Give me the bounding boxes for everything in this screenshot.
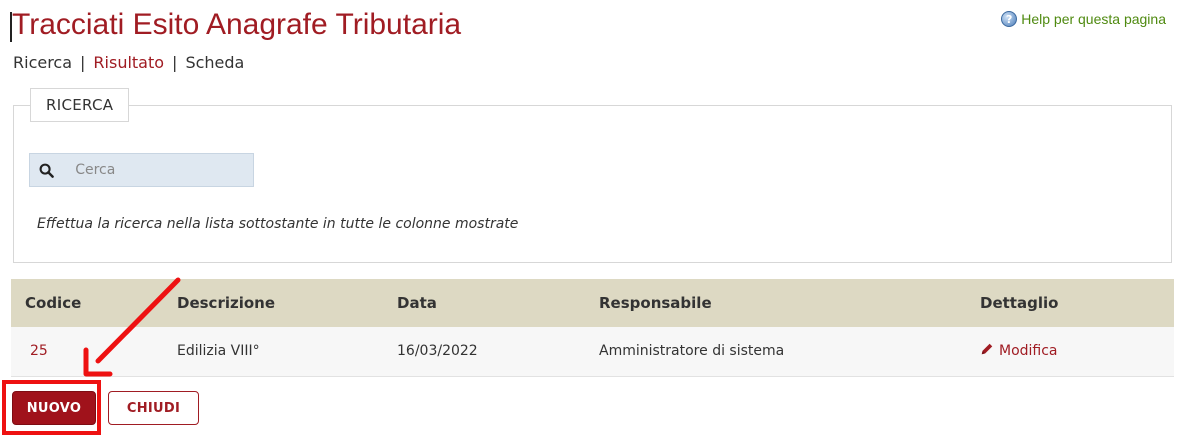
search-box[interactable] — [29, 153, 254, 187]
search-panel-legend: RICERCA — [30, 88, 130, 122]
cell-data: 16/03/2022 — [397, 343, 478, 360]
cell-responsabile: Amministratore di sistema — [599, 343, 785, 360]
new-button[interactable]: NUOVO — [12, 391, 96, 425]
edit-link[interactable]: Modifica — [980, 342, 1058, 360]
column-header-responsabile[interactable]: Responsabile — [585, 279, 966, 327]
cell-dettaglio: Modifica — [966, 327, 1174, 376]
edit-link-label: Modifica — [999, 343, 1058, 360]
column-header-codice[interactable]: Codice — [11, 279, 163, 327]
help-link[interactable]: ? Help per questa pagina — [1001, 11, 1166, 27]
column-header-data[interactable]: Data — [383, 279, 585, 327]
help-icon: ? — [1001, 11, 1018, 27]
breadcrumb-ricerca[interactable]: Ricerca — [13, 53, 72, 72]
search-hint: Effettua la ricerca nella lista sottosta… — [37, 216, 519, 232]
column-header-dettaglio: Dettaglio — [980, 294, 1059, 312]
cell-codice[interactable]: 25 — [11, 327, 163, 376]
table-header-row: Codice Descrizione Data Responsabile Det… — [11, 279, 1174, 327]
search-icon — [30, 163, 63, 178]
breadcrumb-risultato[interactable]: Risultato — [93, 53, 164, 72]
table-row[interactable]: 25 Edilizia VIII° 16/03/2022 Amministrat… — [11, 327, 1174, 376]
close-button[interactable]: CHIUDI — [108, 391, 199, 425]
breadcrumb: Ricerca | Risultato | Scheda — [13, 53, 244, 72]
results-table: Codice Descrizione Data Responsabile Det… — [11, 279, 1174, 377]
breadcrumb-separator: | — [172, 53, 178, 72]
pencil-icon — [980, 342, 994, 360]
search-input[interactable] — [63, 161, 253, 179]
cell-descrizione: Edilizia VIII° — [177, 343, 260, 360]
breadcrumb-scheda[interactable]: Scheda — [185, 53, 244, 72]
column-header-descrizione[interactable]: Descrizione — [163, 279, 383, 327]
page-title: Tracciati Esito Anagrafe Tributaria — [12, 8, 462, 41]
help-link-label: Help per questa pagina — [1021, 11, 1166, 27]
breadcrumb-separator: | — [80, 53, 86, 72]
